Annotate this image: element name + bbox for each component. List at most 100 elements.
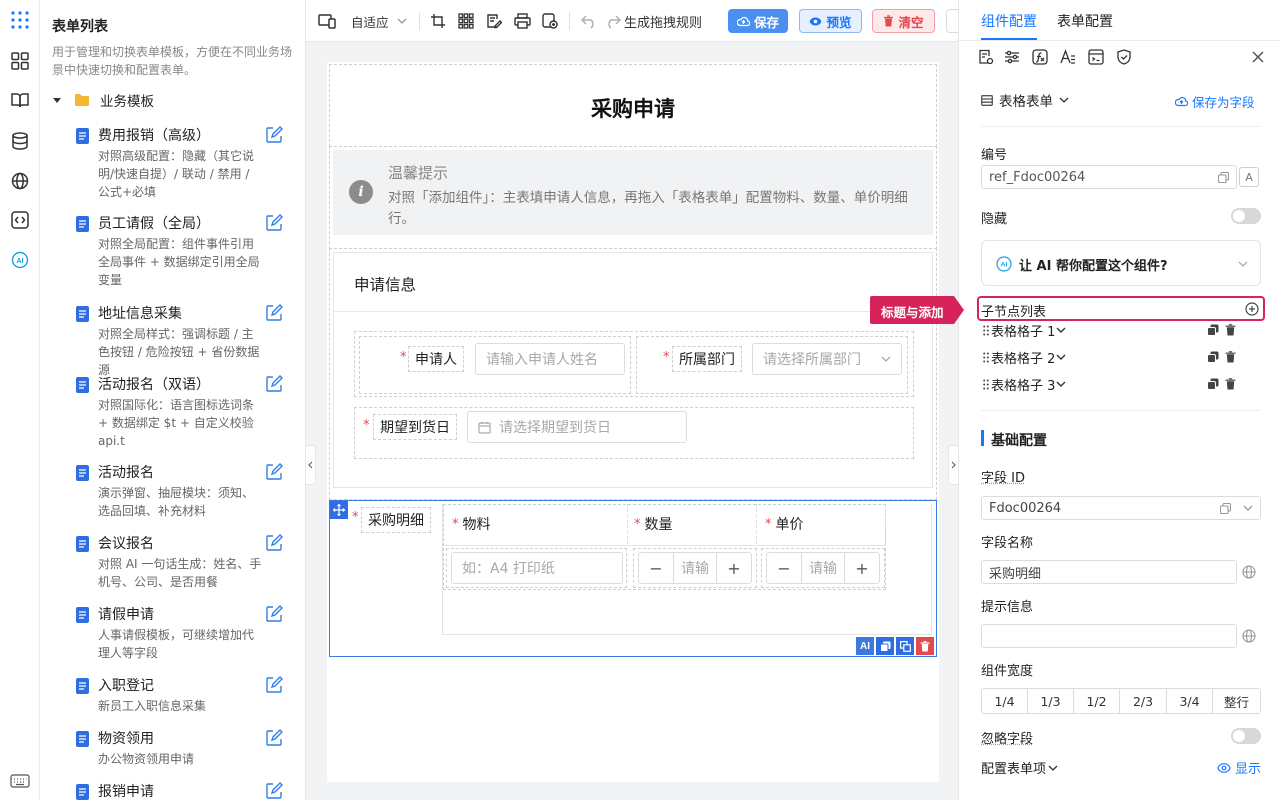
edit-icon[interactable] [265,729,283,747]
plus-icon[interactable]: + [845,553,879,583]
tip-block[interactable]: i 温馨提示 对照「添加组件」：主表填申请人信息，再拖入「表格表单」配置物料、数… [329,146,937,249]
chevron-down-icon[interactable] [1056,327,1066,333]
undo-icon[interactable] [580,11,598,31]
delete-icon[interactable] [1225,324,1236,336]
database-icon[interactable] [9,130,31,152]
move-handle-icon[interactable] [330,501,348,519]
department-select[interactable]: 请选择所属部门 [752,343,902,375]
text-style-icon[interactable] [1059,48,1077,66]
ignore-field-toggle[interactable] [1231,728,1261,744]
crop-icon[interactable] [430,11,446,31]
copy-icon[interactable] [1207,378,1219,390]
edit-icon[interactable] [265,534,283,552]
width-option[interactable]: 整行 [1213,688,1261,714]
ai-icon[interactable]: AI [9,249,31,271]
drag-handle-icon[interactable] [983,352,989,363]
components-icon[interactable] [9,50,31,72]
keyboard-icon[interactable] [9,770,31,792]
width-option[interactable]: 2/3 [1120,688,1167,714]
basic-config-title: 基础配置 [991,433,1047,449]
app-grid-icon[interactable] [9,9,31,31]
shield-icon[interactable] [1115,48,1133,66]
ai-help-card[interactable]: AI 让 AI 帮你配置这个组件? [981,240,1261,286]
copy-icon[interactable] [876,637,894,655]
child-node-item[interactable]: 表格格子 3 [983,373,1265,395]
delete-icon[interactable] [1225,351,1236,363]
purchase-detail-table-form[interactable]: * 采购明细 * 物料 * 数量 * 单价 如：A4 打印纸 − 请输 + − 请输 … [329,500,937,657]
show-button[interactable]: 显示 [1217,758,1261,777]
overflow-button[interactable] [946,9,958,33]
adaptive-select[interactable]: 自适应 [351,11,409,31]
edit-icon[interactable] [265,126,283,144]
settings-doc-icon[interactable] [977,48,995,66]
field-id-input[interactable]: Fdoc00264 [981,496,1261,520]
collapse-right-handle[interactable] [948,445,958,485]
copy-icon[interactable] [1207,324,1219,336]
minus-icon[interactable]: − [639,553,673,583]
save-button[interactable]: 保存 [728,9,788,33]
id-input[interactable]: ref_Fdoc00264 [981,165,1237,189]
edit-icon[interactable] [265,605,283,623]
edit-doc-icon[interactable] [486,11,502,31]
child-node-item[interactable]: 表格格子 1 [983,319,1265,341]
child-list-header[interactable]: 子节点列表 [977,296,1265,321]
material-input[interactable]: 如：A4 打印纸 [451,552,623,584]
chevron-down-icon[interactable] [1056,381,1066,387]
generate-rules-button[interactable]: 生成拖拽规则 [604,11,702,31]
globe-icon[interactable] [1239,562,1259,582]
field-name-input[interactable]: 采购明细 [981,560,1237,584]
width-option[interactable]: 3/4 [1167,688,1213,714]
quantity-stepper[interactable]: − 请输 + [638,552,752,584]
applicant-input[interactable]: 请输入申请人姓名 [475,343,625,375]
book-icon[interactable] [9,89,31,111]
json-icon[interactable] [542,11,558,31]
tab-component-config[interactable]: 组件配置 [981,11,1037,31]
code-window-icon[interactable] [1087,48,1105,66]
close-icon[interactable] [1249,48,1267,66]
globe-icon[interactable] [9,170,31,192]
print-icon[interactable] [514,11,531,31]
save-as-field-button[interactable]: 保存为字段 [1175,92,1255,111]
text-format-icon[interactable]: A [1239,167,1259,187]
edit-icon[interactable] [265,782,283,800]
price-stepper[interactable]: − 请输 + [766,552,880,584]
edit-icon[interactable] [265,214,283,232]
copy-icon[interactable] [1207,351,1219,363]
width-option[interactable]: 1/4 [981,688,1028,714]
drag-handle-icon[interactable] [983,325,989,336]
child-node-item[interactable]: 表格格子 2 [983,346,1265,368]
edit-icon[interactable] [265,304,283,322]
edit-icon[interactable] [265,676,283,694]
code-icon[interactable] [9,209,31,231]
delete-icon[interactable] [1225,378,1236,390]
folder-business-templates[interactable]: 业务模板 [52,90,154,110]
title-block[interactable]: 采购申请 [329,64,937,147]
date-picker[interactable]: 请选择期望到货日 [467,411,687,443]
grid-dots-icon[interactable] [458,11,474,31]
collapse-left-handle[interactable] [306,445,316,485]
drag-handle-icon[interactable] [983,379,989,390]
width-option[interactable]: 1/3 [1028,688,1074,714]
edit-icon[interactable] [265,375,283,393]
preview-button[interactable]: 预览 [799,9,862,33]
section-wrapper[interactable]: 申请信息 * 申请人 请输入申请人姓名 * 所属部门 请选择所属部门 * 期望到… [329,248,937,500]
delete-icon[interactable] [916,637,934,655]
tab-form-config[interactable]: 表单配置 [1057,11,1113,31]
chevron-down-icon[interactable] [1056,354,1066,360]
function-icon[interactable] [1031,48,1049,66]
width-option[interactable]: 1/2 [1074,688,1120,714]
plus-icon[interactable]: + [717,553,751,583]
hidden-toggle[interactable] [1231,208,1261,224]
duplicate-icon[interactable] [896,637,914,655]
document-icon [76,216,89,232]
hint-input[interactable] [981,624,1237,648]
edit-icon[interactable] [265,463,283,481]
config-items-toggle[interactable]: 配置表单项 [981,758,1058,777]
globe-icon[interactable] [1239,626,1259,646]
device-icon[interactable] [318,11,336,31]
sliders-icon[interactable] [1003,48,1021,66]
ai-chip[interactable]: AI [856,637,874,655]
component-type-select[interactable]: 表格表单 [981,90,1069,110]
minus-icon[interactable]: − [767,553,801,583]
clear-button[interactable]: 清空 [872,9,935,33]
